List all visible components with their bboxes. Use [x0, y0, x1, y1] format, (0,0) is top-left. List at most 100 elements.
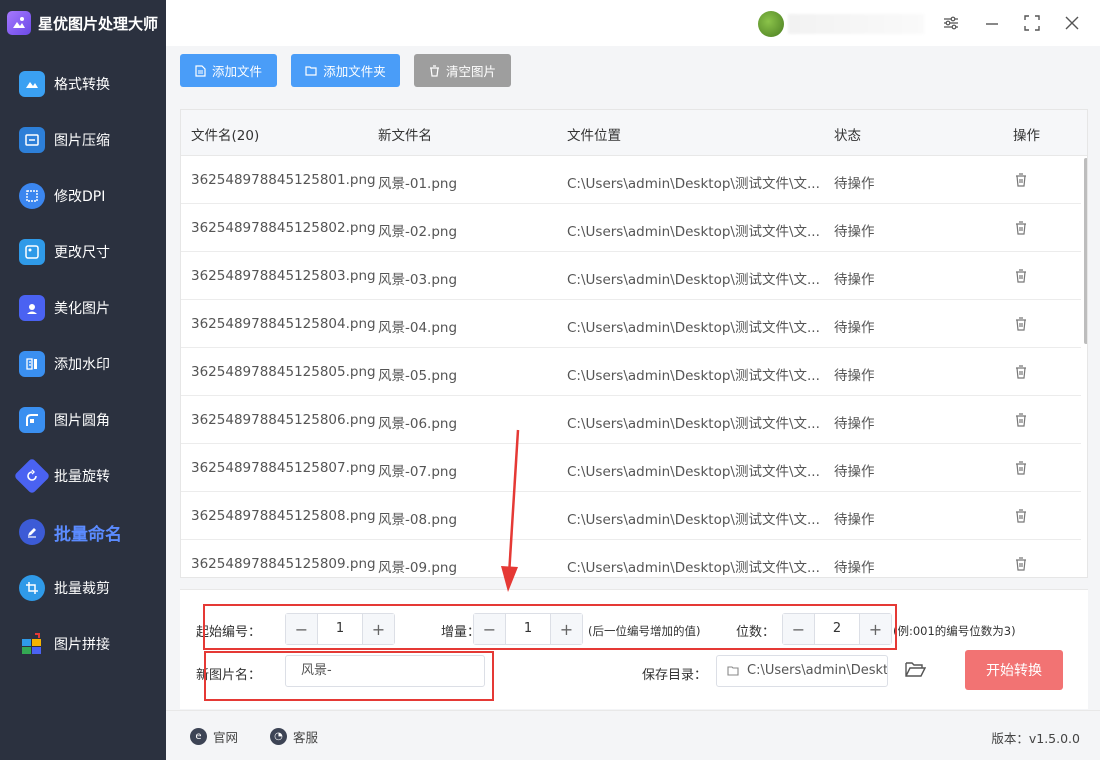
add-folder-button[interactable]: 添加文件夹 — [291, 54, 400, 87]
delete-icon[interactable] — [1013, 412, 1029, 428]
delete-icon[interactable] — [1013, 268, 1029, 284]
sidebar-item-label: 添加水印 — [54, 357, 110, 373]
support-label: 客服 — [293, 730, 319, 745]
support-link[interactable]: ◔ 客服 — [270, 727, 318, 746]
cell-filename: 362548978845125804.png — [191, 316, 376, 332]
start-convert-button[interactable]: 开始转换 — [965, 650, 1063, 690]
delete-icon[interactable] — [1013, 364, 1029, 380]
sidebar-item-crop[interactable]: 批量裁剪 — [0, 560, 166, 616]
sidebar-item-dpi[interactable]: 修改DPI — [0, 168, 166, 224]
cell-location: C:\Users\admin\Desktop\测试文件\文... — [567, 224, 820, 240]
sidebar-item-watermark[interactable]: 添加水印 — [0, 336, 166, 392]
cell-filename: 362548978845125803.png — [191, 268, 376, 284]
website-label: 官网 — [213, 730, 239, 745]
rounded-corner-icon — [19, 407, 45, 433]
cell-filename: 362548978845125802.png — [191, 220, 376, 236]
table-row[interactable]: 362548978845125804.png 风景-04.png C:\User… — [181, 300, 1081, 348]
col-location: 文件位置 — [567, 128, 621, 144]
cell-location: C:\Users\admin\Desktop\测试文件\文... — [567, 560, 820, 576]
table-row[interactable]: 362548978845125806.png 风景-06.png C:\User… — [181, 396, 1081, 444]
sidebar-item-rotate[interactable]: 批量旋转 — [0, 448, 166, 504]
sidebar-item-label: 批量命名 — [54, 524, 122, 545]
cell-filename: 362548978845125809.png — [191, 556, 376, 572]
watermark-icon — [19, 351, 45, 377]
maximize-icon[interactable] — [1020, 11, 1044, 35]
sidebar-item-label: 图片拼接 — [54, 637, 110, 653]
table-header: 文件名(20) 新文件名 文件位置 状态 操作 — [181, 110, 1087, 156]
delete-icon[interactable] — [1013, 316, 1029, 332]
delete-icon[interactable] — [1013, 172, 1029, 188]
table-scrollbar[interactable] — [1084, 158, 1087, 344]
clear-images-button[interactable]: 清空图片 — [414, 54, 511, 87]
digits-hint: (例:001的编号位数为3) — [893, 624, 1016, 638]
delete-icon[interactable] — [1013, 508, 1029, 524]
sidebar-item-label: 美化图片 — [54, 301, 110, 317]
cell-status: 待操作 — [834, 416, 875, 432]
table-row[interactable]: 362548978845125805.png 风景-05.png C:\User… — [181, 348, 1081, 396]
close-icon[interactable] — [1060, 11, 1084, 35]
cell-filename: 362548978845125806.png — [191, 412, 376, 428]
website-link[interactable]: e 官网 — [190, 727, 238, 746]
save-dir-input[interactable]: C:\Users\admin\Deskto — [716, 655, 888, 687]
cell-location: C:\Users\admin\Desktop\测试文件\文... — [567, 320, 820, 336]
rename-settings-panel: 起始编号： − 1 + 增量： − 1 + (后一位编号增加的值) 位数： − … — [180, 589, 1088, 709]
sidebar-item-resize[interactable]: 更改尺寸 — [0, 224, 166, 280]
image-convert-icon — [19, 71, 45, 97]
cell-new-name: 风景-05.png — [378, 368, 458, 384]
sidebar-item-rounded-corner[interactable]: 图片圆角 — [0, 392, 166, 448]
table-row[interactable]: 362548978845125809.png 风景-09.png C:\User… — [181, 540, 1081, 577]
delete-icon[interactable] — [1013, 556, 1029, 572]
minimize-icon[interactable] — [980, 11, 1004, 35]
open-folder-icon[interactable] — [905, 660, 926, 678]
cell-location: C:\Users\admin\Desktop\测试文件\文... — [567, 368, 820, 384]
delete-icon[interactable] — [1013, 220, 1029, 236]
sidebar-item-batch-rename[interactable]: 批量命名 — [0, 504, 166, 560]
sidebar-item-label: 图片压缩 — [54, 133, 110, 149]
cell-status: 待操作 — [834, 368, 875, 384]
table-row[interactable]: 362548978845125802.png 风景-02.png C:\User… — [181, 204, 1081, 252]
footer: e 官网 ◔ 客服 版本：v1.5.0.0 — [166, 710, 1100, 760]
sidebar-item-beautify[interactable]: 美化图片 — [0, 280, 166, 336]
cell-status: 待操作 — [834, 176, 875, 192]
sidebar-item-label: 批量裁剪 — [54, 581, 110, 597]
delete-icon[interactable] — [1013, 460, 1029, 476]
main-area: 添加文件 添加文件夹 清空图片 文件名(20) 新文件名 文件位置 状态 操作 … — [166, 46, 1100, 760]
version-label: 版本：v1.5.0.0 — [991, 731, 1080, 746]
sidebar-item-stitch[interactable]: 图片拼接 — [0, 616, 166, 672]
highlight-box-numbering — [203, 604, 897, 650]
sidebar: 星优图片处理大师 格式转换 图片压缩 修改DPI 更改尺寸 美化图片 添加水印 … — [0, 0, 166, 760]
app-brand: 星优图片处理大师 — [0, 0, 166, 46]
folder-icon — [305, 65, 317, 76]
sidebar-item-format-convert[interactable]: 格式转换 — [0, 56, 166, 112]
website-icon: e — [190, 728, 207, 745]
sidebar-item-compress[interactable]: 图片压缩 — [0, 112, 166, 168]
add-file-button[interactable]: 添加文件 — [180, 54, 277, 87]
crop-icon — [19, 575, 45, 601]
table-row[interactable]: 362548978845125801.png 风景-01.png C:\User… — [181, 156, 1081, 204]
cell-new-name: 风景-06.png — [378, 416, 458, 432]
cell-status: 待操作 — [834, 224, 875, 240]
cell-filename: 362548978845125805.png — [191, 364, 376, 380]
avatar[interactable] — [758, 11, 784, 37]
blurred-username — [788, 14, 924, 34]
cell-location: C:\Users\admin\Desktop\测试文件\文... — [567, 512, 820, 528]
cell-new-name: 风景-09.png — [378, 560, 458, 576]
table-row[interactable]: 362548978845125807.png 风景-07.png C:\User… — [181, 444, 1081, 492]
settings-sliders-icon[interactable] — [939, 11, 963, 35]
cell-new-name: 风景-01.png — [378, 176, 458, 192]
sidebar-item-label: 更改尺寸 — [54, 245, 110, 261]
beautify-icon — [19, 295, 45, 321]
clear-images-label: 清空图片 — [445, 64, 496, 79]
cell-status: 待操作 — [834, 320, 875, 336]
table-row[interactable]: 362548978845125808.png 风景-08.png C:\User… — [181, 492, 1081, 540]
save-dir-value: C:\Users\admin\Deskto — [747, 663, 888, 678]
sidebar-item-label: 格式转换 — [54, 77, 110, 93]
sidebar-item-label: 修改DPI — [54, 189, 106, 205]
highlight-box-new-name — [204, 651, 494, 701]
sidebar-item-label: 图片圆角 — [54, 413, 110, 429]
rotate-icon — [13, 457, 51, 495]
file-icon — [195, 64, 206, 77]
cell-new-name: 风景-08.png — [378, 512, 458, 528]
file-table: 文件名(20) 新文件名 文件位置 状态 操作 3625489788451258… — [180, 109, 1088, 578]
table-row[interactable]: 362548978845125803.png 风景-03.png C:\User… — [181, 252, 1081, 300]
